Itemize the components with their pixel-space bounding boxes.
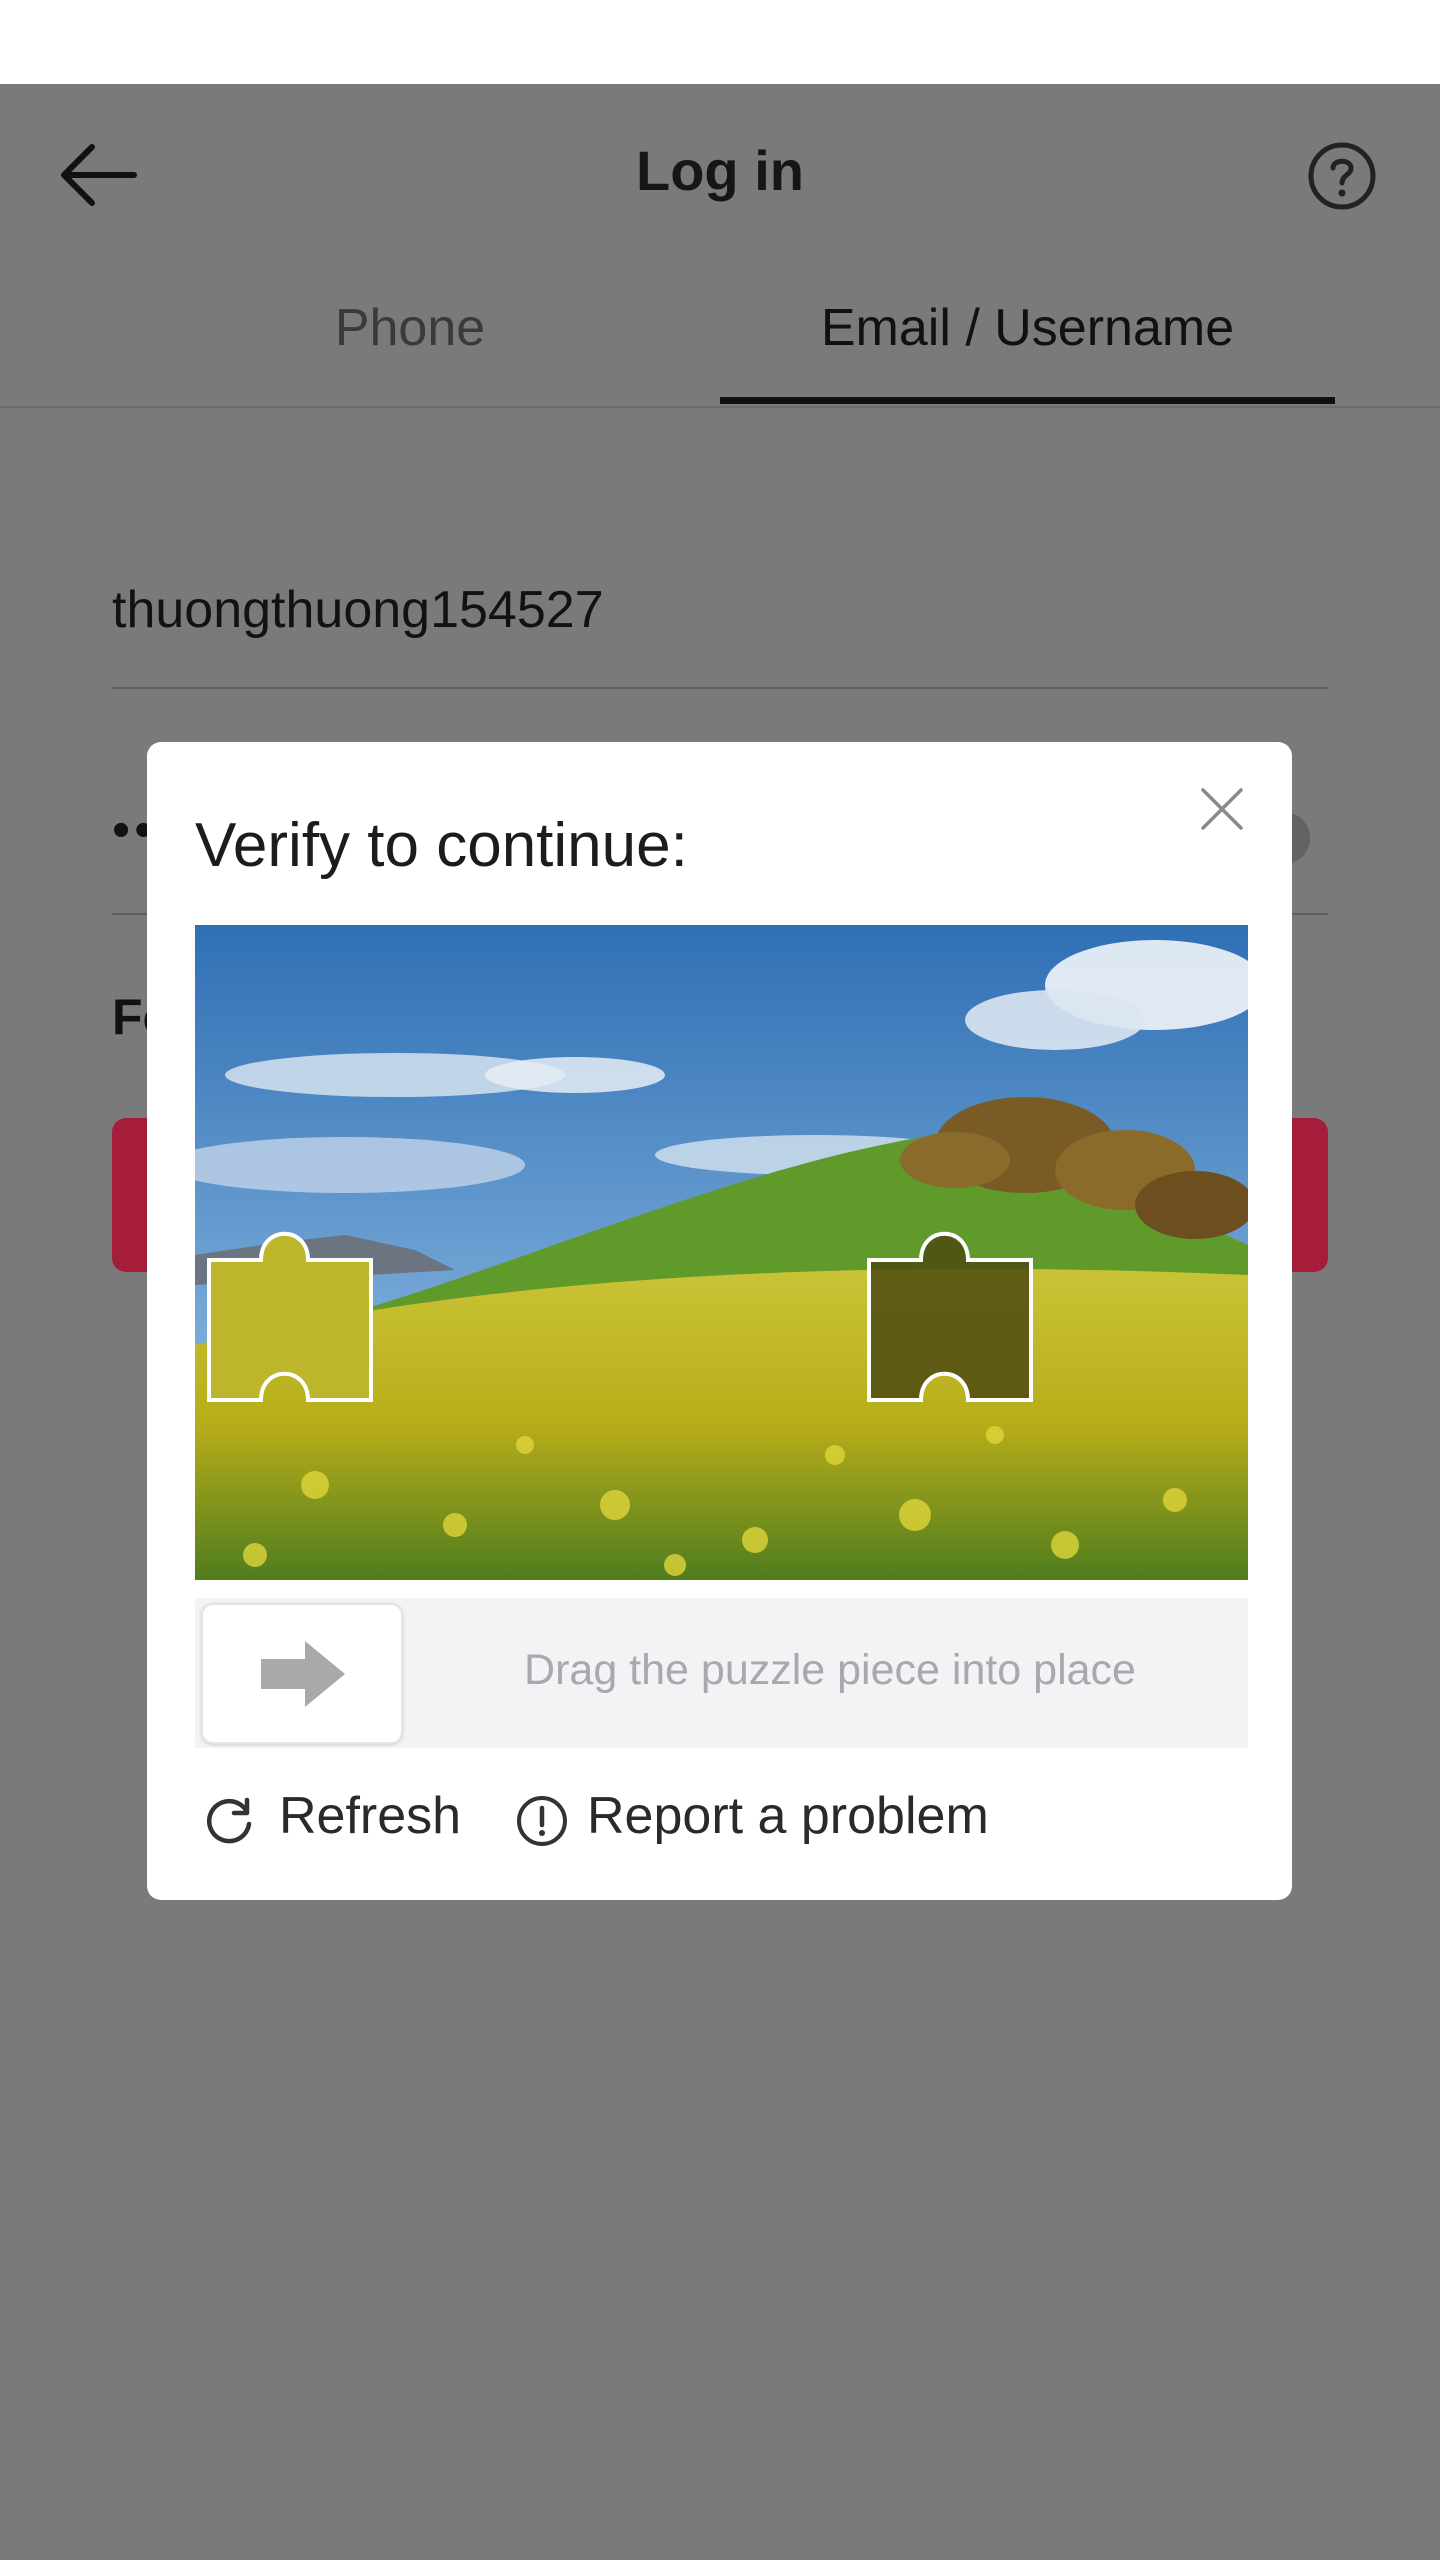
refresh-button[interactable]: Refresh [279, 1786, 461, 1846]
refresh-icon[interactable] [203, 1794, 257, 1848]
puzzle-slot [867, 1231, 1033, 1402]
alert-circle-icon[interactable] [515, 1794, 569, 1848]
status-bar [0, 0, 1440, 84]
username-field[interactable]: thuongthuong154527 [112, 580, 604, 640]
slider-hint: Drag the puzzle piece into place [524, 1646, 1136, 1694]
help-icon[interactable] [1306, 140, 1378, 212]
puzzle-piece[interactable] [207, 1231, 373, 1402]
arrow-right-icon [261, 1641, 345, 1707]
captcha-puzzle-image [195, 925, 1248, 1580]
captcha-title: Verify to continue: [195, 811, 688, 880]
report-problem-button[interactable]: Report a problem [587, 1786, 989, 1846]
close-icon[interactable] [1197, 784, 1247, 834]
username-underline [112, 687, 1328, 689]
slider-handle[interactable] [201, 1603, 403, 1744]
captcha-slider-track[interactable]: Drag the puzzle piece into place [195, 1598, 1248, 1748]
landscape-image [195, 925, 1248, 1580]
tab-email-username[interactable]: Email / Username [720, 298, 1335, 358]
tab-phone[interactable]: Phone [110, 298, 710, 358]
page-title: Log in [636, 139, 804, 202]
tab-active-indicator [720, 397, 1335, 404]
tabs-divider [0, 406, 1440, 408]
captcha-modal: Verify to continue: Drag the puzzle piec… [147, 742, 1292, 1900]
